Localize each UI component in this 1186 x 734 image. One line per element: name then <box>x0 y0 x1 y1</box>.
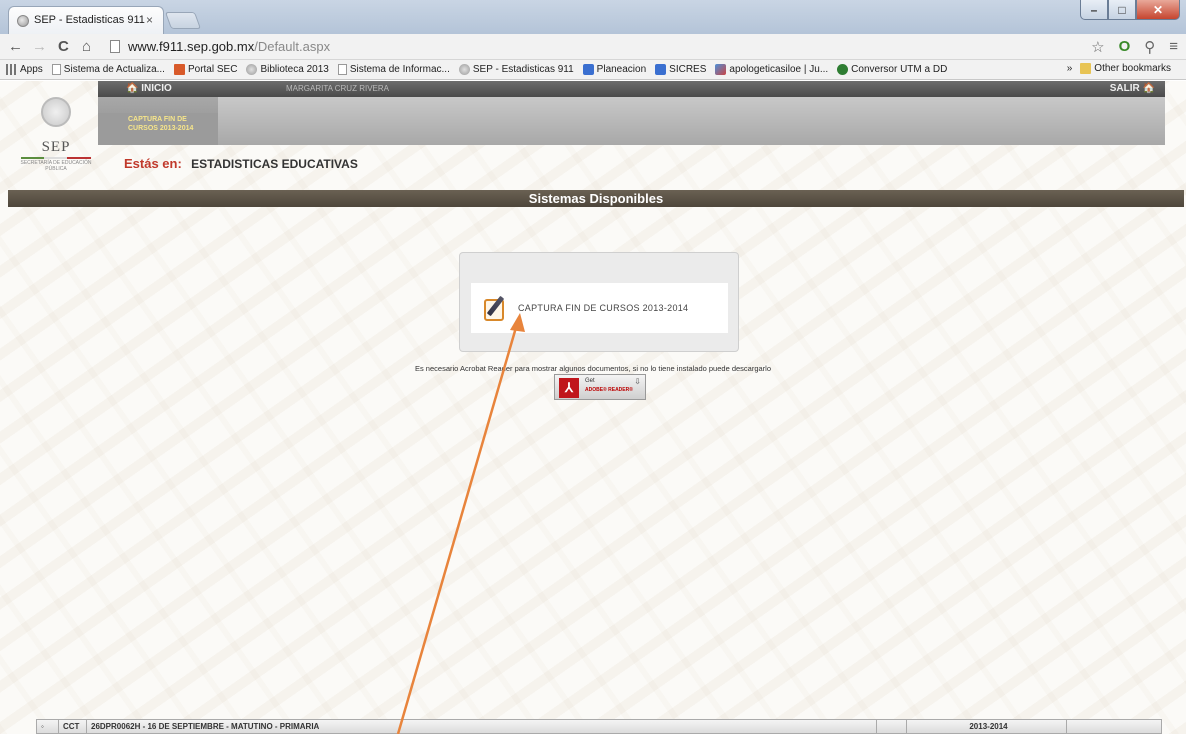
bookmark-label: Conversor UTM a DD <box>851 64 948 75</box>
system-label: CAPTURA FIN DE CURSOS 2013-2014 <box>518 303 689 313</box>
people-icon <box>715 64 727 75</box>
bookmark-item[interactable]: SEP - Estadisticas 911 <box>458 64 574 75</box>
new-tab-button[interactable] <box>164 12 202 29</box>
window-controls: – □ ✕ <box>1080 0 1180 22</box>
toolbar-actions: ☆ O ⚲ ≡ <box>1091 38 1178 56</box>
system-captura-link[interactable]: CAPTURA FIN DE CURSOS 2013-2014 <box>471 283 728 333</box>
site-menubar: CAPTURA FIN DE CURSOS 2013-2014 <box>98 97 1165 145</box>
systems-panel: CAPTURA FIN DE CURSOS 2013-2014 <box>459 252 739 352</box>
bookmark-item[interactable]: SICRES <box>655 64 706 75</box>
reload-icon[interactable]: C <box>58 38 69 56</box>
globe-icon <box>458 64 470 75</box>
flag-stripe <box>21 157 91 159</box>
address-bar[interactable]: www.f911.sep.gob.mx/Default.aspx <box>104 37 1104 57</box>
bookmark-item[interactable]: apologeticasiloe | Ju... <box>715 64 828 75</box>
bookmark-label: apologeticasiloe | Ju... <box>729 64 829 75</box>
bookmark-label: Portal SEC <box>187 64 238 75</box>
get-label: Get <box>585 378 595 384</box>
get-adobe-reader-button[interactable]: ⅄ Get ADOBE® READER® ⇩ <box>554 374 646 400</box>
bookmark-item[interactable]: Apps <box>6 64 43 75</box>
bookmark-label: Sistema de Informac... <box>349 64 450 75</box>
menu-icon[interactable]: ≡ <box>1169 38 1178 56</box>
doc-icon <box>51 64 61 75</box>
logo-text: SEP <box>41 139 71 155</box>
bookmark-label: Planeacion <box>596 64 647 75</box>
folder-icon <box>1080 63 1092 74</box>
portal-icon <box>173 64 185 75</box>
logo-subtitle: SECRETARÍA DE EDUCACIÓN PÚBLICA <box>20 160 92 172</box>
bookmark-item[interactable]: Conversor UTM a DD <box>837 64 947 75</box>
bookmark-item[interactable]: Sistema de Actualiza... <box>51 64 165 75</box>
bookmark-label: SEP - Estadisticas 911 <box>472 64 574 75</box>
bookmark-label: Sistema de Actualiza... <box>63 64 165 75</box>
other-bookmarks[interactable]: Other bookmarks <box>1080 63 1171 74</box>
breadcrumb: Estás en: ESTADISTICAS EDUCATIVAS <box>124 156 358 171</box>
salir-link[interactable]: SALIR 🏠 <box>1110 83 1155 94</box>
doc-icon <box>337 64 347 75</box>
breadcrumb-value: ESTADISTICAS EDUCATIVAS <box>191 157 358 171</box>
blue-icon <box>582 64 594 75</box>
extension-o-icon[interactable]: O <box>1119 38 1131 56</box>
bookmark-label: SICRES <box>669 64 707 75</box>
bookmark-star-icon[interactable]: ☆ <box>1091 38 1104 56</box>
school-cycle: 2013-2014 <box>907 720 1067 733</box>
page-content: SEP SECRETARÍA DE EDUCACIÓN PÚBLICA 🏠 IN… <box>0 81 1186 734</box>
bookmark-item[interactable]: Biblioteca 2013 <box>246 64 329 75</box>
cct-label: CCT <box>59 720 87 733</box>
tab-title: SEP - Estadisticas 911 <box>34 14 145 26</box>
apps-icon <box>6 64 17 75</box>
maximize-button[interactable]: □ <box>1108 0 1136 20</box>
status-spacer <box>877 720 907 733</box>
bookmark-item[interactable]: Planeacion <box>582 64 647 75</box>
forward-arrow-icon[interactable]: → <box>32 38 47 56</box>
browser-tab-active[interactable]: SEP - Estadisticas 911 × <box>8 6 164 34</box>
pencil-edit-icon <box>484 295 510 321</box>
page-icon <box>110 40 120 53</box>
browser-titlebar: SEP - Estadisticas 911 × – □ ✕ <box>0 0 1186 34</box>
bookmark-label: Apps <box>20 64 43 75</box>
pdf-icon: ⅄ <box>559 378 579 398</box>
menu-captura-link[interactable]: CAPTURA FIN DE CURSOS 2013-2014 <box>98 113 218 145</box>
sep-logo: SEP SECRETARÍA DE EDUCACIÓN PÚBLICA <box>18 89 94 185</box>
reader-label: ADOBE® READER® <box>585 387 633 393</box>
acrobat-message: Es necesario Acrobat Reader para mostrar… <box>414 364 772 373</box>
section-title: Sistemas Disponibles <box>8 190 1184 207</box>
blue-icon <box>655 64 667 75</box>
bookmark-item[interactable]: Sistema de Informac... <box>337 64 450 75</box>
close-window-button[interactable]: ✕ <box>1136 0 1180 20</box>
bookmark-item[interactable]: Portal SEC <box>173 64 238 75</box>
globe-favicon-icon <box>17 15 29 27</box>
school-statusbar: ◦ CCT 26DPR0062H - 16 DE SEPTIEMBRE - MA… <box>36 719 1162 734</box>
url-text[interactable]: www.f911.sep.gob.mx/Default.aspx <box>128 39 330 54</box>
inicio-link[interactable]: 🏠 INICIO <box>126 83 172 94</box>
site-topbar: 🏠 INICIO MARGARITA CRUZ RIVERA SALIR 🏠 <box>98 81 1165 97</box>
download-icon: ⇩ <box>634 377 641 386</box>
tab-close-icon[interactable]: × <box>146 13 153 27</box>
extension-icon[interactable]: ⚲ <box>1144 38 1155 56</box>
minimize-button[interactable]: – <box>1080 0 1108 20</box>
green-icon <box>837 64 849 75</box>
breadcrumb-label: Estás en: <box>124 156 182 171</box>
mexico-seal-icon <box>41 97 71 127</box>
browser-toolbar: ← → C ⌂ www.f911.sep.gob.mx/Default.aspx… <box>0 34 1186 60</box>
bookmark-label: Biblioteca 2013 <box>260 64 329 75</box>
home-icon[interactable]: ⌂ <box>82 38 91 56</box>
globe-icon <box>246 64 258 75</box>
back-arrow-icon[interactable]: ← <box>8 38 23 56</box>
bookmarks-overflow-icon[interactable]: » <box>1067 63 1073 74</box>
user-name: MARGARITA CRUZ RIVERA <box>286 84 389 93</box>
bookmarks-bar: Apps Sistema de Actualiza... Portal SEC Bib… <box>0 60 1186 80</box>
cct-icon: ◦ <box>37 720 59 733</box>
school-name: 26DPR0062H - 16 DE SEPTIEMBRE - MATUTINO… <box>87 720 877 733</box>
